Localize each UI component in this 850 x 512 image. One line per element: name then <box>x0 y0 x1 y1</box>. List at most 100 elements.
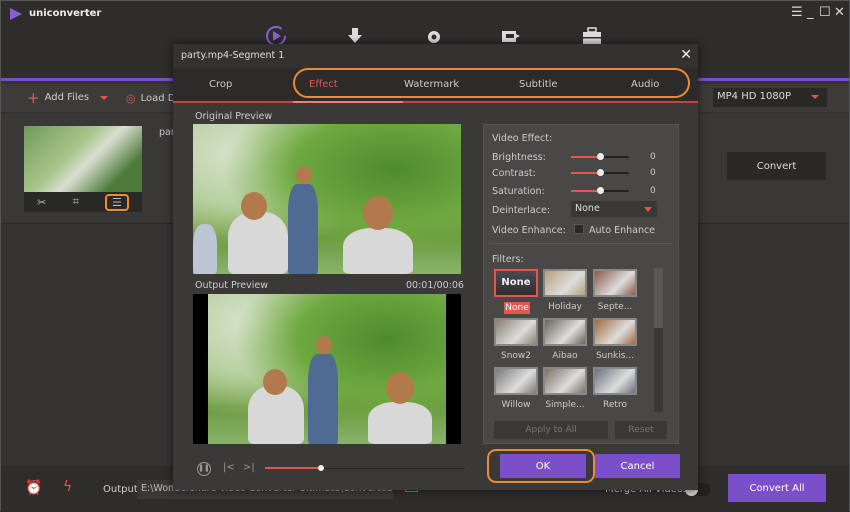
add-files-button[interactable]: + Add Files <box>27 88 109 107</box>
menu-icon[interactable]: ☰ <box>791 5 803 20</box>
app-title: uniconverter <box>29 8 102 19</box>
reset-button[interactable]: Reset <box>615 421 667 439</box>
filter-thumb-septe[interactable] <box>593 269 637 297</box>
filter-thumb-sunkis[interactable] <box>593 318 637 346</box>
apply-to-all-button[interactable]: Apply to All <box>494 421 608 439</box>
slider-handle[interactable] <box>597 187 604 194</box>
alarm-clock-icon[interactable]: ⏰ <box>25 480 42 496</box>
scrollbar-thumb[interactable] <box>654 268 663 328</box>
slider-handle[interactable] <box>597 169 604 176</box>
filters-scrollbar[interactable] <box>654 268 663 412</box>
output-format-value: MP4 HD 1080P <box>717 91 792 102</box>
scene-figure <box>308 354 338 444</box>
active-tab-indicator <box>293 101 403 103</box>
output-frame <box>208 294 446 444</box>
slider-handle[interactable] <box>597 153 604 160</box>
thumbnail-tools: ✂ ⌗ ☰ <box>24 192 142 212</box>
convert-all-button[interactable]: Convert All <box>728 474 826 502</box>
close-window-button[interactable]: ✕ <box>834 5 845 20</box>
dialog-header: party.mp4-Segment 1 ✕ <box>173 44 698 68</box>
edit-dialog: party.mp4-Segment 1 ✕ Crop Effect Waterm… <box>173 44 698 490</box>
maximize-button[interactable]: ☐ <box>819 5 831 20</box>
scene-figure <box>343 228 413 274</box>
output-format-select[interactable]: MP4 HD 1080P <box>713 88 827 107</box>
add-files-dropdown-icon[interactable] <box>100 95 109 100</box>
convert-button[interactable]: Convert <box>727 152 826 180</box>
dvd-icon: ◎ <box>126 92 136 105</box>
saturation-label: Saturation: <box>492 186 545 197</box>
scene-figure <box>228 212 288 274</box>
video-effect-heading: Video Effect: <box>492 133 553 144</box>
scene-figure <box>241 192 267 220</box>
filter-name: None <box>504 302 530 314</box>
pause-button[interactable]: ❚❚ <box>197 462 211 476</box>
contrast-slider[interactable] <box>571 169 629 176</box>
filter-thumb-willow[interactable] <box>494 367 538 395</box>
crop-icon[interactable]: ⌗ <box>73 195 79 209</box>
close-icon[interactable]: ✕ <box>680 47 692 63</box>
filters-heading: Filters: <box>492 254 524 265</box>
playback-seek-slider[interactable] <box>265 465 465 471</box>
scene-figure <box>316 336 332 354</box>
filter-thumb-snow2[interactable] <box>494 318 538 346</box>
minimize-button[interactable]: _ <box>807 5 814 20</box>
scene-figure <box>288 184 318 274</box>
filter-thumb-simple[interactable] <box>543 367 587 395</box>
slider-fill <box>571 190 600 192</box>
auto-enhance-checkbox[interactable] <box>574 224 584 234</box>
tab-crop[interactable]: Crop <box>209 79 232 90</box>
scene-figure <box>193 224 217 274</box>
deinterlace-value: None <box>575 203 600 214</box>
tabs-highlight <box>293 68 690 98</box>
filter-thumb-aibao[interactable] <box>543 318 587 346</box>
video-enhance-label: Video Enhance: <box>492 225 566 236</box>
effect-icon[interactable]: ☰ <box>105 193 129 211</box>
filter-name: Sunkis... <box>595 351 635 361</box>
filter-thumb-holiday[interactable] <box>543 269 587 297</box>
filter-thumb-none[interactable]: None <box>494 269 538 297</box>
timecode: 00:01/00:06 <box>406 280 464 291</box>
filter-thumb-retro[interactable] <box>593 367 637 395</box>
lightning-icon[interactable]: ϟ <box>63 479 72 495</box>
plus-icon: + <box>27 88 40 107</box>
brightness-label: Brightness: <box>492 152 546 163</box>
slider-fill <box>571 172 600 174</box>
filter-name: Retro <box>603 400 627 410</box>
trim-icon[interactable]: ✂ <box>37 196 46 209</box>
brightness-slider[interactable] <box>571 153 629 160</box>
divider <box>489 243 673 244</box>
slider-fill <box>571 156 600 158</box>
filter-name: Septe... <box>597 302 633 312</box>
saturation-slider[interactable] <box>571 187 629 194</box>
output-label: Output <box>103 484 138 495</box>
dialog-title: party.mp4-Segment 1 <box>181 50 285 61</box>
output-preview <box>193 294 461 444</box>
seek-handle[interactable] <box>318 465 324 471</box>
seek-progress <box>265 467 321 469</box>
preview-image <box>208 294 446 444</box>
auto-enhance-label: Auto Enhance <box>589 225 656 236</box>
scene-figure <box>296 166 312 184</box>
original-preview-label: Original Preview <box>195 111 273 122</box>
scene-figure <box>363 196 393 230</box>
scene-figure <box>263 369 287 395</box>
filter-none-text: None <box>501 277 531 288</box>
chevron-down-icon <box>811 95 819 99</box>
output-preview-label: Output Preview <box>195 280 268 291</box>
chevron-down-icon <box>644 207 652 212</box>
deinterlace-select[interactable]: None <box>571 201 657 217</box>
original-preview <box>193 124 461 274</box>
brightness-value: 0 <box>650 152 656 162</box>
next-frame-button[interactable]: >| <box>243 462 255 473</box>
ok-button[interactable]: OK <box>500 454 586 478</box>
previous-frame-button[interactable]: |< <box>223 462 235 473</box>
cancel-button[interactable]: Cancel <box>595 454 680 478</box>
scene-figure <box>368 402 432 444</box>
app-logo-icon <box>10 8 22 20</box>
saturation-value: 0 <box>650 186 656 196</box>
contrast-value: 0 <box>650 168 656 178</box>
deinterlace-label: Deinterlace: <box>492 205 551 216</box>
scene-figure <box>386 372 414 404</box>
video-thumbnail[interactable] <box>24 126 142 192</box>
add-files-label: Add Files <box>44 92 90 103</box>
